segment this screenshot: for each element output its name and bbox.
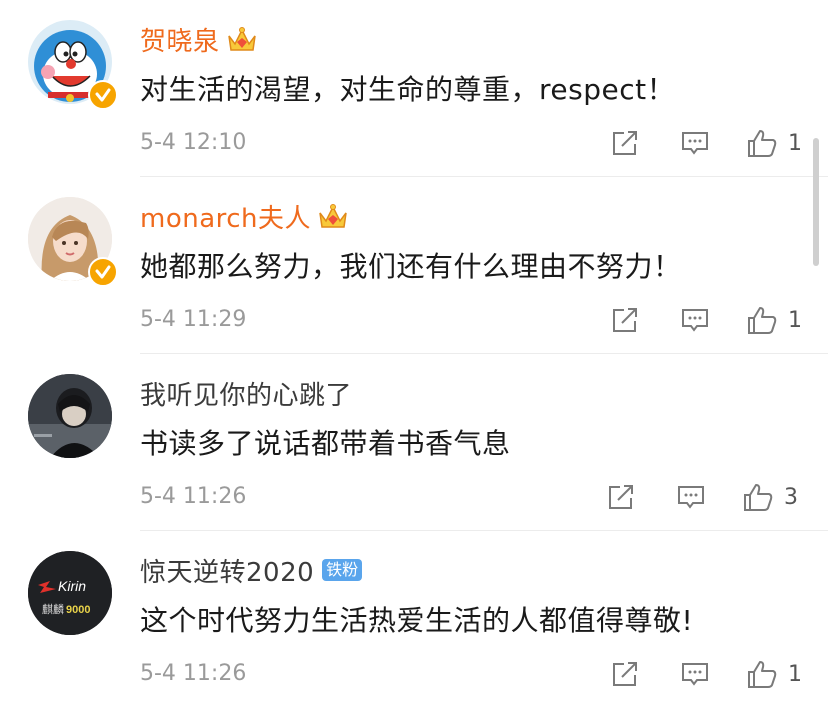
fan-badge: 铁粉: [322, 559, 363, 581]
avatar[interactable]: [28, 20, 118, 110]
timestamp: 5-4 11:26: [140, 484, 247, 509]
crown-icon: [317, 201, 349, 231]
username[interactable]: 我听见你的心跳了: [140, 375, 352, 412]
comment-text: 她都那么努力，我们还有什么理由不努力！: [140, 250, 682, 283]
like-count: 1: [788, 130, 802, 156]
avatar[interactable]: [28, 197, 118, 287]
username[interactable]: 惊天逆转2020: [140, 552, 314, 589]
timestamp: 5-4 12:10: [140, 130, 247, 155]
like-count: 1: [788, 307, 802, 333]
avatar[interactable]: Kirin 麒麟 9000: [28, 551, 118, 641]
kirin-caption-num: 9000: [66, 604, 90, 616]
share-icon: [609, 485, 633, 509]
comment-text: 对生活的渴望，对生命的尊重，respect！: [140, 73, 676, 106]
comment-item: 贺晓泉 对生活的渴望，对生命的尊重，respect！ 5-4 12:10 1: [0, 0, 828, 177]
like-button[interactable]: 3: [742, 479, 798, 515]
verified-badge-icon: [88, 80, 118, 110]
timestamp: 5-4 11:26: [140, 661, 247, 686]
thumbs-up-icon: [748, 130, 777, 157]
like-count: 3: [784, 484, 798, 510]
like-button[interactable]: 1: [746, 125, 802, 161]
comment-button[interactable]: [676, 479, 706, 515]
comment-icon: [678, 486, 704, 509]
like-count: 1: [788, 661, 802, 687]
share-button[interactable]: [610, 302, 640, 338]
comment-button[interactable]: [680, 656, 710, 692]
comment-item: monarch夫人 她都那么努力，我们还有什么理由不努力！ 5-4 11:29 …: [0, 177, 828, 354]
comment-button[interactable]: [680, 302, 710, 338]
verified-badge-icon: [88, 257, 118, 287]
comment-item: Kirin 麒麟 9000 惊天逆转2020 铁粉 这个时代努力生活热爱生活的人…: [0, 531, 828, 708]
comment-icon: [682, 663, 708, 686]
comment-text: 书读多了说话都带着书香气息: [140, 427, 511, 460]
kirin-caption-cn: 麒麟: [42, 602, 64, 616]
share-icon: [613, 662, 637, 686]
username[interactable]: monarch夫人: [140, 198, 311, 235]
crown-icon: [226, 24, 258, 54]
thumbs-up-icon: [744, 484, 773, 511]
share-button[interactable]: [610, 656, 640, 692]
share-icon: [613, 308, 637, 332]
share-button[interactable]: [606, 479, 636, 515]
comment-text: 这个时代努力生活热爱生活的人都值得尊敬!: [140, 604, 694, 637]
scrollbar[interactable]: [813, 138, 819, 266]
avatar[interactable]: [28, 374, 118, 464]
like-button[interactable]: 1: [746, 656, 802, 692]
comment-icon: [682, 132, 708, 155]
kirin-logo-text: Kirin: [58, 578, 86, 594]
like-button[interactable]: 1: [746, 302, 802, 338]
comment-button[interactable]: [680, 125, 710, 161]
share-icon: [613, 131, 637, 155]
thumbs-up-icon: [748, 661, 777, 688]
timestamp: 5-4 11:29: [140, 307, 247, 332]
comment-item: 我听见你的心跳了 书读多了说话都带着书香气息 5-4 11:26 3: [0, 354, 828, 531]
share-button[interactable]: [610, 125, 640, 161]
thumbs-up-icon: [748, 307, 777, 334]
username[interactable]: 贺晓泉: [140, 21, 220, 58]
comment-icon: [682, 309, 708, 332]
